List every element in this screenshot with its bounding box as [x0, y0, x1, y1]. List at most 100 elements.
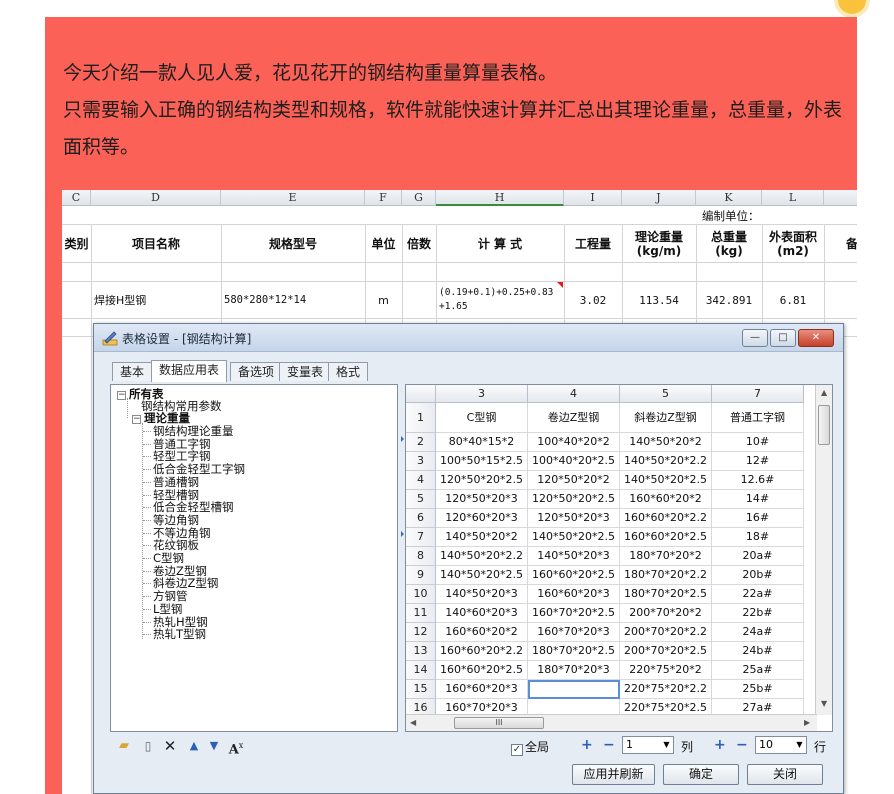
add-column-button[interactable]: + [581, 737, 593, 753]
col-header-h[interactable]: H [436, 190, 564, 206]
grid-col-header[interactable]: 4 [528, 385, 620, 403]
close-window-button[interactable]: ✕ [798, 329, 834, 347]
grid-col-header[interactable]: 7 [712, 385, 804, 403]
tree-item[interactable]: 热轧T型钢 [153, 628, 206, 641]
grid-cell-c-steel[interactable]: 140*50*20*3 [436, 585, 528, 604]
grid-cell-c-steel[interactable]: 140*50*20*2 [436, 528, 528, 547]
grid-cell-i-beam[interactable]: 12.6# [712, 471, 804, 490]
minimize-button[interactable]: — [742, 329, 768, 347]
grid-cell-z-steel[interactable]: 160*70*20*3 [528, 623, 620, 642]
grid-cell-z-steel[interactable] [528, 680, 620, 699]
grid-cell-c-steel[interactable]: 120*60*20*3 [436, 509, 528, 528]
add-row-button[interactable]: + [714, 737, 726, 753]
grid-row-header[interactable]: 6 [406, 509, 436, 528]
grid-cell-z-steel[interactable]: 160*60*20*2.5 [528, 566, 620, 585]
grid-cell-z-steel[interactable]: 120*50*20*3 [528, 509, 620, 528]
tab-data-table[interactable]: 数据应用表 [151, 360, 228, 382]
grid-cell-oblique-z-steel[interactable]: 220*75*20*2 [620, 661, 712, 680]
grid-cell-z-steel[interactable]: 卷边Z型钢 [528, 403, 620, 433]
col-header-g[interactable]: G [402, 190, 436, 206]
grid-col-header[interactable]: 5 [620, 385, 712, 403]
grid-cell-c-steel[interactable]: 160*60*20*2.5 [436, 661, 528, 680]
grid-cell-z-steel[interactable]: 120*50*20*2.5 [528, 490, 620, 509]
grid-cell-c-steel[interactable]: 160*60*20*2.2 [436, 642, 528, 661]
grid-cell-z-steel[interactable]: 160*60*20*3 [528, 585, 620, 604]
col-header-i[interactable]: I [564, 190, 622, 206]
row-count-select[interactable]: 10 ▼ [755, 736, 807, 754]
grid-row-header[interactable]: 3 [406, 452, 436, 471]
grid-cell-c-steel[interactable]: 80*40*15*2 [436, 433, 528, 452]
grid-row-header[interactable]: 11 [406, 604, 436, 623]
remove-row-button[interactable]: − [736, 737, 748, 753]
grid-row-header[interactable]: 15 [406, 680, 436, 699]
col-header-d[interactable]: D [91, 190, 221, 206]
col-header-l[interactable]: L [762, 190, 824, 206]
grid-cell-i-beam[interactable]: 18# [712, 528, 804, 547]
grid-cell-i-beam[interactable]: 普通工字钢 [712, 403, 804, 433]
cell-spec[interactable]: 580*280*12*14 [224, 282, 364, 318]
column-count-select[interactable]: 1 ▼ [622, 736, 674, 754]
grid-row-header[interactable]: 7 [406, 528, 436, 547]
cell-theory-weight[interactable]: 113.54 [622, 282, 696, 318]
pane-splitter[interactable] [400, 384, 404, 732]
new-doc-icon[interactable]: ▯ [140, 738, 156, 754]
arrow-down-icon[interactable]: ▼ [206, 738, 222, 754]
col-header-f[interactable]: F [365, 190, 402, 206]
grid-cell-oblique-z-steel[interactable]: 斜卷边Z型钢 [620, 403, 712, 433]
grid-cell-oblique-z-steel[interactable]: 200*70*20*2 [620, 604, 712, 623]
grid-cell-oblique-z-steel[interactable]: 200*70*20*2.2 [620, 623, 712, 642]
grid-row-header[interactable]: 2 [406, 433, 436, 452]
grid-cell-c-steel[interactable]: 140*60*20*3 [436, 604, 528, 623]
vertical-scrollbar[interactable]: ▲ ▼ [815, 385, 832, 715]
grid-cell-z-steel[interactable]: 140*50*20*3 [528, 547, 620, 566]
chevron-down-icon[interactable]: ▼ [660, 737, 673, 753]
apply-refresh-button[interactable]: 应用并刷新 [572, 764, 655, 785]
col-header-c[interactable]: C [62, 190, 91, 206]
tab-variables[interactable]: 变量表 [279, 362, 332, 381]
cell-formula[interactable]: (0.19+0.1)+0.25+0.83+1.65 [439, 282, 559, 318]
grid-cell-c-steel[interactable]: C型钢 [436, 403, 528, 433]
grid-cell-oblique-z-steel[interactable]: 160*60*20*2.2 [620, 509, 712, 528]
grid-cell-i-beam[interactable]: 14# [712, 490, 804, 509]
tree-item[interactable]: L型钢 [153, 602, 182, 616]
grid-row-header[interactable]: 8 [406, 547, 436, 566]
collapse-icon[interactable]: − [117, 391, 126, 400]
cell-surface[interactable]: 6.81 [762, 282, 824, 318]
cell-total-weight[interactable]: 342.891 [696, 282, 762, 318]
horizontal-scroll-thumb[interactable]: III [454, 717, 544, 729]
grid-cell-i-beam[interactable]: 20a# [712, 547, 804, 566]
cell-quantity[interactable]: 3.02 [564, 282, 622, 318]
grid-cell-c-steel[interactable]: 120*50*20*2.5 [436, 471, 528, 490]
grid-row-header[interactable]: 1 [406, 403, 436, 433]
grid-cell-oblique-z-steel[interactable]: 140*50*20*2.2 [620, 452, 712, 471]
grid-cell-i-beam[interactable]: 12# [712, 452, 804, 471]
maximize-button[interactable]: □ [770, 329, 796, 347]
grid-cell-oblique-z-steel[interactable]: 140*50*20*2.5 [620, 471, 712, 490]
grid-row-header[interactable]: 14 [406, 661, 436, 680]
collapse-icon[interactable]: − [132, 415, 141, 424]
folder-icon[interactable]: ▰ [116, 738, 132, 754]
col-header-e[interactable]: E [221, 190, 365, 206]
tab-basic[interactable]: 基本 [112, 362, 153, 381]
grid-row-header[interactable]: 10 [406, 585, 436, 604]
col-header-k[interactable]: K [696, 190, 762, 206]
grid-cell-oblique-z-steel[interactable]: 200*70*20*2.5 [620, 642, 712, 661]
grid-cell-z-steel[interactable]: 140*50*20*2.5 [528, 528, 620, 547]
grid-cell-oblique-z-steel[interactable]: 180*70*20*2 [620, 547, 712, 566]
ok-button[interactable]: 确定 [663, 764, 739, 785]
grid-row-header[interactable]: 9 [406, 566, 436, 585]
col-header-j[interactable]: J [622, 190, 696, 206]
horizontal-scrollbar[interactable]: ◀ III ▶ [406, 714, 817, 731]
font-icon[interactable]: Ax [228, 738, 244, 757]
grid-cell-c-steel[interactable]: 120*50*20*3 [436, 490, 528, 509]
grid-cell-c-steel[interactable]: 160*60*20*3 [436, 680, 528, 699]
cell-unit[interactable]: m [365, 282, 402, 318]
chevron-down-icon[interactable]: ▼ [793, 737, 806, 753]
grid-cell-z-steel[interactable]: 180*70*20*2.5 [528, 642, 620, 661]
grid-cell-oblique-z-steel[interactable]: 220*75*20*2.2 [620, 680, 712, 699]
grid-cell-i-beam[interactable]: 22a# [712, 585, 804, 604]
cell-item-name[interactable]: 焊接H型钢 [94, 282, 220, 318]
grid-col-header[interactable]: 3 [436, 385, 528, 403]
grid-row-header[interactable]: 5 [406, 490, 436, 509]
grid-cell-i-beam[interactable]: 25a# [712, 661, 804, 680]
